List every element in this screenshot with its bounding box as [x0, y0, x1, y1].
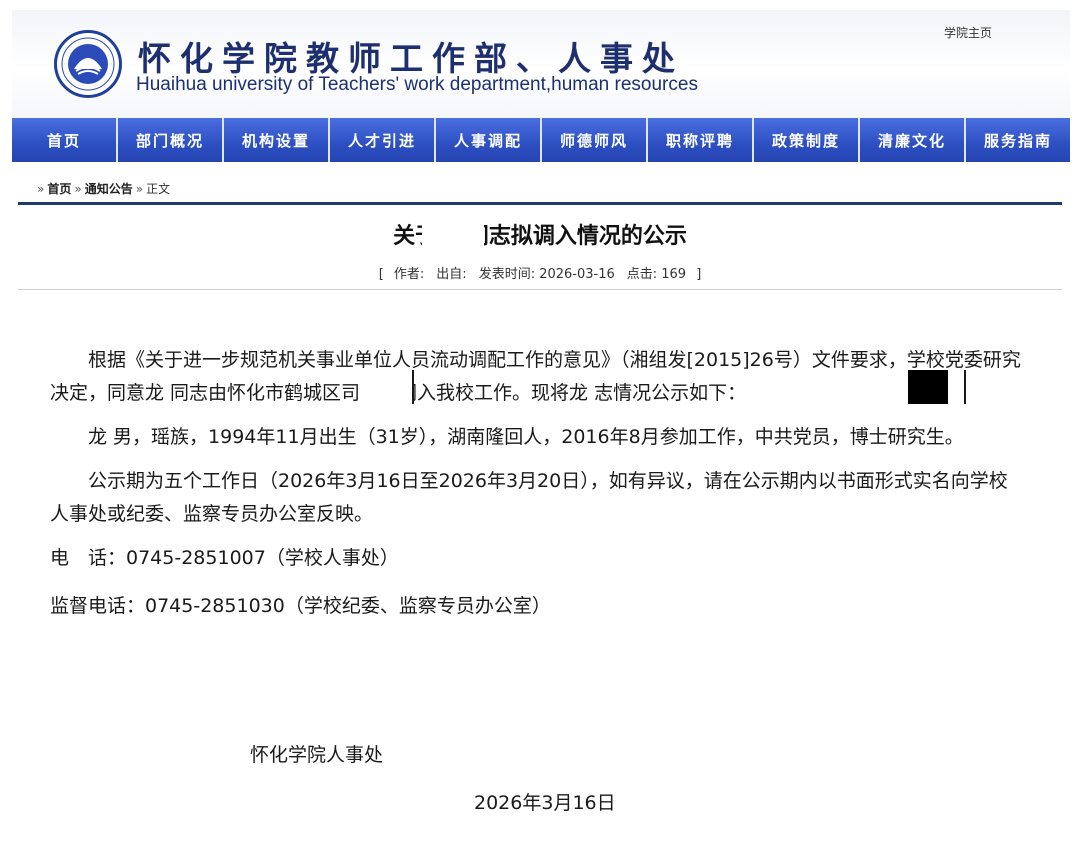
signature: 怀化学院人事处 [250, 744, 384, 766]
nav-item-department-overview[interactable]: 部门概况 [118, 118, 224, 162]
contact-phone: 电 话：0745-2851007（学校人事处） [50, 547, 399, 569]
article-title: 关于龙 同志拟调入情况的公示 [393, 224, 687, 249]
header-divider [18, 202, 1062, 205]
redaction-mask [422, 222, 484, 250]
breadcrumb-current: 正文 [146, 182, 171, 196]
site-title-cn: 怀化学院教师工作部、人事处 [138, 39, 684, 78]
nav-item-home[interactable]: 首页 [12, 118, 118, 162]
nav-item-title-evaluation[interactable]: 职称评聘 [648, 118, 754, 162]
article-paragraph: 根据《关于进一步规范机关事业单位人员流动调配工作的意见》（湘组发[2015]26… [50, 349, 1021, 404]
article-paragraph: 龙 男，瑶族，1994年11月出生（31岁），湖南隆回人，2016年8月参加工作… [88, 426, 964, 448]
nav-item-personnel-transfer[interactable]: 人事调配 [436, 118, 542, 162]
college-home-link[interactable]: 学院主页 [944, 24, 992, 41]
meta-author: 作者: [393, 267, 425, 282]
meta-source: 出自: [436, 267, 467, 282]
nav-item-service-guide[interactable]: 服务指南 [966, 118, 1070, 162]
nav-item-policy[interactable]: 政策制度 [754, 118, 860, 162]
breadcrumb-prefix: » [37, 182, 45, 196]
redaction-mask [412, 370, 414, 404]
breadcrumb: » 首页» 通知公告» 正文 [34, 180, 170, 197]
nav-item-teacher-ethics[interactable]: 师德师风 [542, 118, 648, 162]
breadcrumb-notices[interactable]: 通知公告 [85, 182, 133, 196]
nav-item-talent-recruitment[interactable]: 人才引进 [330, 118, 436, 162]
article-paragraph: 公示期为五个工作日（2026年3月16日至2026年3月20日），如有异议，请在… [50, 470, 1008, 525]
site-header: 怀化学院教师工作部、人事处 Huaihua university of Teac… [12, 10, 1070, 118]
redaction-mask [358, 372, 412, 402]
meta-publish-time: 发表时间: 2026-03-16 [478, 267, 615, 282]
breadcrumb-home[interactable]: 首页 [47, 182, 71, 196]
university-seal-icon[interactable] [54, 30, 122, 98]
breadcrumb-separator: » [74, 182, 82, 196]
breadcrumb-separator: » [135, 182, 144, 196]
site-title-en: Huaihua university of Teachers' work dep… [136, 74, 698, 95]
nav-item-organization[interactable]: 机构设置 [224, 118, 330, 162]
page: 怀化学院教师工作部、人事处 Huaihua university of Teac… [0, 0, 1080, 858]
redaction-mask [964, 370, 966, 404]
supervision-phone: 监督电话：0745-2851030（学校纪委、监察专员办公室） [50, 595, 551, 617]
nav-item-integrity-culture[interactable]: 清廉文化 [860, 118, 966, 162]
meta-clicks: 点击: 169 [626, 267, 687, 282]
article-meta: [ 作者: 出自: 发表时间: 2026-03-16 点击: 169 ] [378, 267, 702, 282]
signature-date: 2026年3月16日 [474, 792, 616, 814]
redaction-mask [908, 370, 948, 404]
article-divider [18, 289, 1062, 290]
article-body: 根据《关于进一步规范机关事业单位人员流动调配工作的意见》（湘组发[2015]26… [50, 344, 1026, 638]
main-nav: 首页 部门概况 机构设置 人才引进 人事调配 师德师风 职称评聘 政策制度 清廉… [12, 118, 1070, 162]
